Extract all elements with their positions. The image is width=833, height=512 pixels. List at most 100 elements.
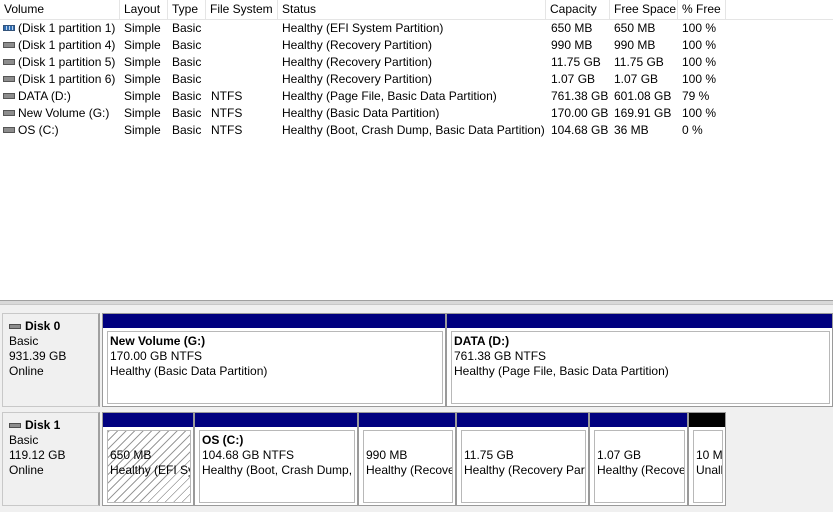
cell-type: Basic — [172, 72, 202, 86]
cell-free-space: 650 MB — [614, 21, 656, 35]
partition-size: 650 MB — [110, 448, 152, 462]
partition-status: Healthy (Recovery Partition) — [464, 463, 585, 477]
partition-bar — [359, 413, 455, 427]
column-header-file-system[interactable]: File System — [206, 0, 278, 19]
partition-details: DATA (D:) 761.38 GB NTFS Healthy (Page F… — [451, 331, 830, 404]
cell-layout: Simple — [124, 89, 161, 103]
table-row[interactable]: (Disk 1 partition 4) Simple Basic Health… — [0, 37, 833, 54]
column-header-volume[interactable]: Volume — [0, 0, 120, 19]
partition-status: Healthy (EFI System Partition) — [110, 463, 190, 477]
cell-volume: (Disk 1 partition 6) — [18, 72, 116, 86]
partition-efi[interactable]: 650 MB Healthy (EFI System Partition) — [102, 412, 194, 506]
partition-data-d[interactable]: DATA (D:) 761.38 GB NTFS Healthy (Page F… — [446, 313, 833, 407]
partition-recovery-4[interactable]: 990 MB Healthy (Recovery Partition) — [358, 412, 456, 506]
cell-status: Healthy (Boot, Crash Dump, Basic Data Pa… — [282, 123, 545, 137]
cell-capacity: 170.00 GB — [551, 106, 609, 120]
cell-volume: OS (C:) — [18, 123, 59, 137]
partition-title: New Volume (G:) — [110, 334, 206, 348]
partition-size: 761.38 GB NTFS — [454, 349, 547, 363]
partition-bar — [447, 314, 832, 328]
table-row[interactable]: New Volume (G:) Simple Basic NTFS Health… — [0, 105, 833, 122]
cell-free-space: 11.75 GB — [614, 55, 664, 69]
disk-0-partitions: New Volume (G:) 170.00 GB NTFS Healthy (… — [101, 313, 833, 407]
cell-volume: New Volume (G:) — [18, 106, 110, 120]
table-row[interactable]: (Disk 1 partition 6) Simple Basic Health… — [0, 71, 833, 88]
partition-title — [366, 433, 452, 448]
cell-layout: Simple — [124, 21, 161, 35]
partition-title: DATA (D:) — [454, 334, 510, 348]
column-header-percent-free[interactable]: % Free — [678, 0, 726, 19]
cell-file-system — [211, 37, 277, 54]
cell-file-system: NTFS — [211, 89, 243, 103]
partition-details: 990 MB Healthy (Recovery Partition) — [363, 430, 453, 503]
cell-file-system: NTFS — [211, 123, 243, 137]
disk-1-partitions: 650 MB Healthy (EFI System Partition) OS… — [101, 412, 727, 506]
column-header-layout[interactable]: Layout — [120, 0, 168, 19]
partition-status: Healthy (Recovery Partition) — [597, 463, 684, 477]
cell-volume: DATA (D:) — [18, 89, 71, 103]
disk-state: Online — [9, 463, 44, 477]
partition-bar — [103, 314, 445, 328]
table-row[interactable]: (Disk 1 partition 1) Simple Basic Health… — [0, 20, 833, 37]
disk-0-info[interactable]: Disk 0 Basic 931.39 GB Online — [2, 313, 100, 407]
cell-file-system — [211, 71, 277, 88]
column-header-type[interactable]: Type — [168, 0, 206, 19]
column-header-capacity[interactable]: Capacity — [546, 0, 610, 19]
cell-percent-free: 100 % — [682, 72, 717, 86]
cell-capacity: 990 MB — [551, 38, 593, 52]
pane-splitter[interactable] — [0, 300, 833, 305]
table-row[interactable]: OS (C:) Simple Basic NTFS Healthy (Boot,… — [0, 122, 833, 139]
partition-recovery-5[interactable]: 11.75 GB Healthy (Recovery Partition) — [456, 412, 589, 506]
volume-icon — [3, 127, 15, 133]
partition-title: OS (C:) — [202, 433, 244, 447]
partition-size: 1.07 GB — [597, 448, 642, 462]
cell-capacity: 761.38 GB — [551, 89, 609, 103]
partition-title — [696, 433, 722, 448]
cell-free-space: 601.08 GB — [614, 89, 672, 103]
cell-layout: Simple — [124, 55, 161, 69]
cell-percent-free: 100 % — [682, 21, 717, 35]
cell-volume: (Disk 1 partition 5) — [18, 55, 116, 69]
disk-icon — [9, 423, 21, 428]
disk-1-info[interactable]: Disk 1 Basic 119.12 GB Online — [2, 412, 100, 506]
partition-new-volume-g[interactable]: New Volume (G:) 170.00 GB NTFS Healthy (… — [102, 313, 446, 407]
table-row[interactable]: DATA (D:) Simple Basic NTFS Healthy (Pag… — [0, 88, 833, 105]
cell-free-space: 990 MB — [614, 38, 656, 52]
volume-list: Volume Layout Type File System Status Ca… — [0, 0, 833, 300]
cell-layout: Simple — [124, 123, 161, 137]
cell-status: Healthy (Basic Data Partition) — [282, 106, 440, 120]
partition-details: New Volume (G:) 170.00 GB NTFS Healthy (… — [107, 331, 443, 404]
partition-recovery-6[interactable]: 1.07 GB Healthy (Recovery Partition) — [589, 412, 688, 506]
partition-unallocated[interactable]: 10 MB Unallocated — [688, 412, 726, 506]
cell-file-system — [211, 54, 277, 71]
cell-capacity: 1.07 GB — [551, 72, 596, 86]
disk-type: Basic — [9, 433, 39, 447]
disk-row-0: Disk 0 Basic 931.39 GB Online New Volume… — [0, 313, 833, 407]
column-header-free-space[interactable]: Free Space — [610, 0, 678, 19]
cell-type: Basic — [172, 38, 202, 52]
partition-details: 11.75 GB Healthy (Recovery Partition) — [461, 430, 586, 503]
cell-status: Healthy (EFI System Partition) — [282, 21, 444, 35]
partition-size: 10 MB — [696, 448, 723, 462]
volume-icon — [3, 76, 15, 82]
partition-bar — [590, 413, 687, 427]
cell-file-system — [211, 20, 277, 37]
volume-icon — [3, 59, 15, 65]
disk-name: Disk 1 — [25, 418, 61, 432]
partition-status: Healthy (Boot, Crash Dump, Basic Data Pa… — [202, 463, 354, 477]
partition-size: 170.00 GB NTFS — [110, 349, 203, 363]
column-header-status[interactable]: Status — [278, 0, 546, 19]
partition-title — [464, 433, 585, 448]
partition-title — [110, 433, 190, 448]
cell-layout: Simple — [124, 38, 161, 52]
partition-os-c[interactable]: OS (C:) 104.68 GB NTFS Healthy (Boot, Cr… — [194, 412, 358, 506]
partition-title — [597, 433, 684, 448]
partition-bar — [195, 413, 357, 427]
disk-0-label: Disk 0 — [9, 319, 98, 334]
partition-details: 10 MB Unallocated — [693, 430, 723, 503]
partition-bar — [457, 413, 588, 427]
table-row[interactable]: (Disk 1 partition 5) Simple Basic Health… — [0, 54, 833, 71]
cell-type: Basic — [172, 123, 202, 137]
cell-layout: Simple — [124, 72, 161, 86]
disk-name: Disk 0 — [25, 319, 61, 333]
